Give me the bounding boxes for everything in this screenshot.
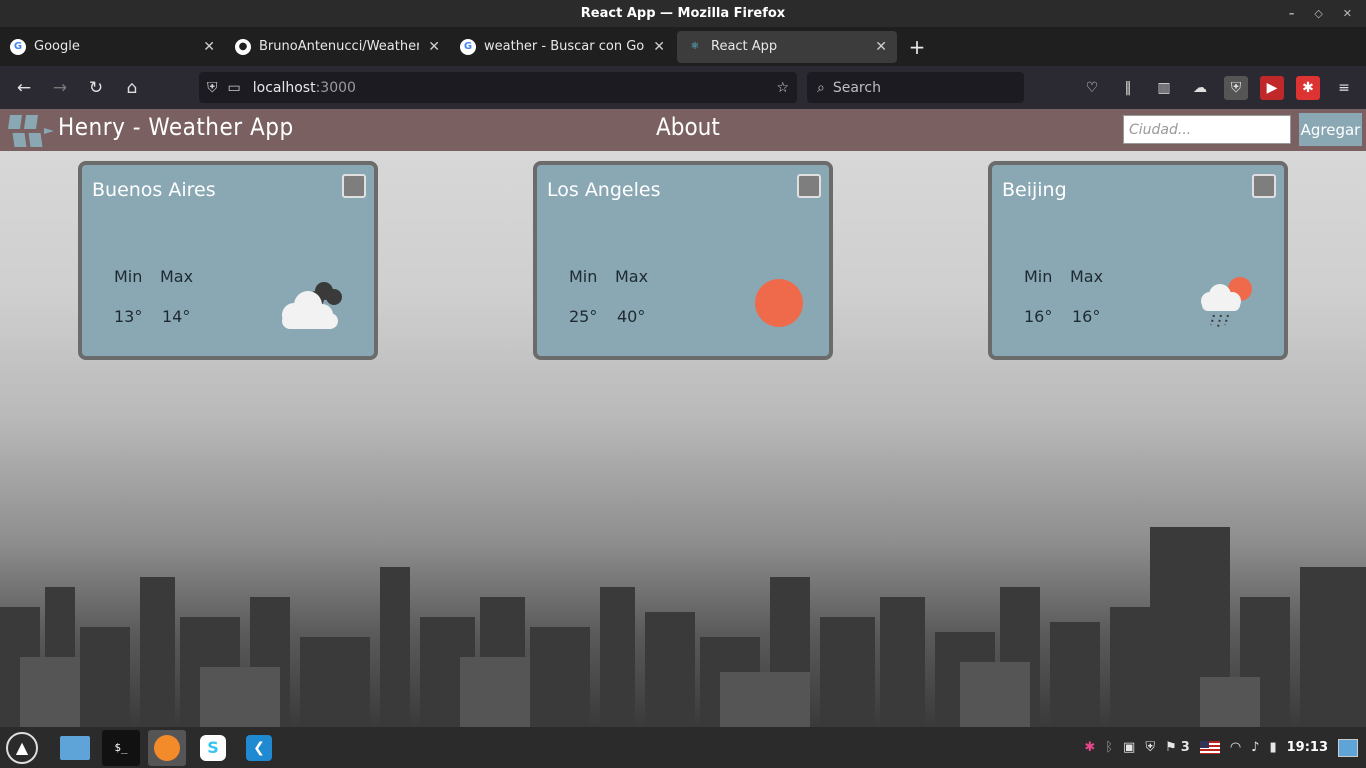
- pocket-icon[interactable]: ♡: [1080, 76, 1104, 100]
- notification-count: 3: [1180, 740, 1190, 755]
- add-city-button[interactable]: Agregar: [1299, 113, 1362, 146]
- new-tab-button[interactable]: +: [897, 31, 937, 63]
- tab-label: weather - Buscar con Google: [484, 39, 644, 54]
- extension-red-icon[interactable]: ▶: [1260, 75, 1284, 100]
- vscode-icon[interactable]: ❮: [240, 730, 278, 766]
- city-card: Los Angeles Min Max 25° 40°: [533, 161, 833, 360]
- slack-tray-icon[interactable]: ✱: [1084, 740, 1095, 755]
- app-title[interactable]: Henry - Weather App: [58, 113, 294, 141]
- city-name: Buenos Aires: [92, 179, 216, 201]
- google-icon: G: [10, 38, 26, 55]
- show-desktop-icon[interactable]: [1338, 738, 1358, 757]
- search-icon: ⌕: [817, 79, 825, 96]
- tab-weather-search[interactable]: G weather - Buscar con Google ✕: [450, 31, 675, 63]
- max-label: Max: [160, 267, 194, 286]
- tab-label: BrunoAntenucci/WeatherAp: [259, 39, 419, 54]
- max-temp: 40°: [617, 307, 646, 326]
- search-bar[interactable]: ⌕ Search: [807, 72, 1024, 103]
- google-icon: G: [460, 38, 476, 55]
- tab-react-app[interactable]: ⚛ React App ✕: [677, 30, 897, 63]
- dark-clouds-icon: [282, 282, 342, 329]
- page-content: Henry - Weather App About Agregar Buenos…: [0, 109, 1366, 727]
- volume-icon[interactable]: ♪: [1251, 740, 1259, 755]
- tab-google[interactable]: G Google ✕: [0, 31, 225, 63]
- clipboard-icon[interactable]: ▣: [1123, 740, 1135, 755]
- menu-icon[interactable]: ≡: [1332, 76, 1356, 100]
- window-titlebar: React App — Mozilla Firefox – ◇ ✕: [0, 0, 1366, 27]
- shield-icon[interactable]: ⛨: [207, 80, 218, 96]
- library-icon[interactable]: ‖: [1116, 76, 1140, 100]
- react-icon: ⚛: [690, 41, 700, 52]
- max-label: Max: [1070, 267, 1104, 286]
- city-card: Beijing Min Max 16° 16°: [988, 161, 1288, 360]
- firefox-icon[interactable]: [148, 729, 186, 766]
- bluetooth-icon[interactable]: ᛒ: [1105, 740, 1113, 755]
- bookmark-star-icon[interactable]: ☆: [776, 80, 789, 96]
- max-temp: 16°: [1072, 307, 1101, 326]
- remove-card-button[interactable]: [797, 174, 821, 198]
- rain-cloud-sun-icon: [1201, 277, 1252, 328]
- extension-bug-icon[interactable]: ✱: [1296, 75, 1320, 100]
- page-icon: ▭: [227, 79, 241, 96]
- wifi-icon[interactable]: ◠: [1230, 740, 1241, 755]
- close-tab-icon[interactable]: ✕: [653, 39, 665, 55]
- close-tab-icon[interactable]: ✕: [203, 39, 215, 55]
- slack-icon[interactable]: S: [194, 730, 232, 766]
- clock[interactable]: 19:13: [1287, 740, 1328, 755]
- taskbar: ▲ $_ S ❮ ✱ ᛒ ▣ ⛨ ⚑ 3 ◠ ♪ ▮ 19:13: [0, 727, 1366, 768]
- window-controls: – ◇ ✕: [1289, 0, 1352, 27]
- min-temp: 25°: [569, 307, 598, 326]
- search-placeholder: Search: [832, 79, 881, 96]
- min-label: Min: [569, 267, 598, 286]
- city-card: Buenos Aires Min Max 13° 14°: [78, 161, 378, 360]
- shield-tray-icon[interactable]: ⛨: [1145, 740, 1155, 755]
- forward-button[interactable]: →: [42, 73, 78, 103]
- tab-label: Google: [34, 39, 80, 54]
- github-icon: ●: [235, 38, 251, 55]
- back-button[interactable]: ←: [6, 73, 42, 103]
- start-menu-icon[interactable]: ▲: [6, 731, 38, 764]
- min-label: Min: [114, 267, 143, 286]
- tab-strip: G Google ✕ ● BrunoAntenucci/WeatherAp ✕ …: [0, 27, 1366, 66]
- extension-shield-icon[interactable]: ⛨: [1224, 75, 1248, 100]
- city-search-input[interactable]: [1123, 115, 1291, 144]
- min-label: Min: [1024, 267, 1053, 286]
- city-name: Beijing: [1002, 179, 1067, 201]
- url-port: :3000: [315, 79, 356, 96]
- notifications-icon[interactable]: ⚑: [1165, 740, 1177, 755]
- sync-icon[interactable]: ☁: [1188, 76, 1212, 100]
- navigation-bar: ← → ↻ ⌂ ⛨ ▭ localhost:3000 ☆ ⌕ Search ♡ …: [0, 66, 1366, 109]
- url-host: localhost: [252, 79, 316, 96]
- close-tab-icon[interactable]: ✕: [428, 39, 440, 55]
- about-link[interactable]: About: [656, 113, 720, 141]
- window-title: React App — Mozilla Firefox: [580, 6, 786, 21]
- minimize-icon[interactable]: –: [1289, 7, 1295, 20]
- url-bar[interactable]: ⛨ ▭ localhost:3000 ☆: [199, 72, 797, 103]
- reload-button[interactable]: ↻: [78, 73, 114, 103]
- sun-icon: [755, 279, 803, 327]
- tab-label: React App: [711, 39, 778, 54]
- city-name: Los Angeles: [547, 179, 661, 201]
- close-window-icon[interactable]: ✕: [1343, 7, 1352, 20]
- home-button[interactable]: ⌂: [114, 73, 150, 103]
- close-tab-icon[interactable]: ✕: [875, 39, 887, 55]
- city-skyline-background: [0, 527, 1366, 727]
- files-icon[interactable]: [56, 730, 94, 766]
- terminal-icon[interactable]: $_: [102, 729, 140, 766]
- tab-github[interactable]: ● BrunoAntenucci/WeatherAp ✕: [225, 31, 450, 63]
- system-tray: ✱ ᛒ ▣ ⛨ ⚑ 3 ◠ ♪ ▮ 19:13: [1084, 727, 1358, 768]
- remove-card-button[interactable]: [342, 174, 366, 198]
- henry-logo-icon[interactable]: [8, 115, 56, 147]
- max-temp: 14°: [162, 307, 191, 326]
- restore-icon[interactable]: ◇: [1314, 7, 1322, 20]
- toolbar-actions: ♡ ‖ ▥ ☁ ⛨ ▶ ✱ ≡: [1080, 72, 1356, 103]
- max-label: Max: [615, 267, 649, 286]
- min-temp: 16°: [1024, 307, 1053, 326]
- us-flag-icon[interactable]: [1199, 741, 1220, 754]
- min-temp: 13°: [114, 307, 143, 326]
- app-navbar: Henry - Weather App About Agregar: [0, 109, 1366, 151]
- battery-icon[interactable]: ▮: [1269, 740, 1276, 755]
- sidebar-icon[interactable]: ▥: [1152, 76, 1176, 100]
- remove-card-button[interactable]: [1252, 174, 1276, 198]
